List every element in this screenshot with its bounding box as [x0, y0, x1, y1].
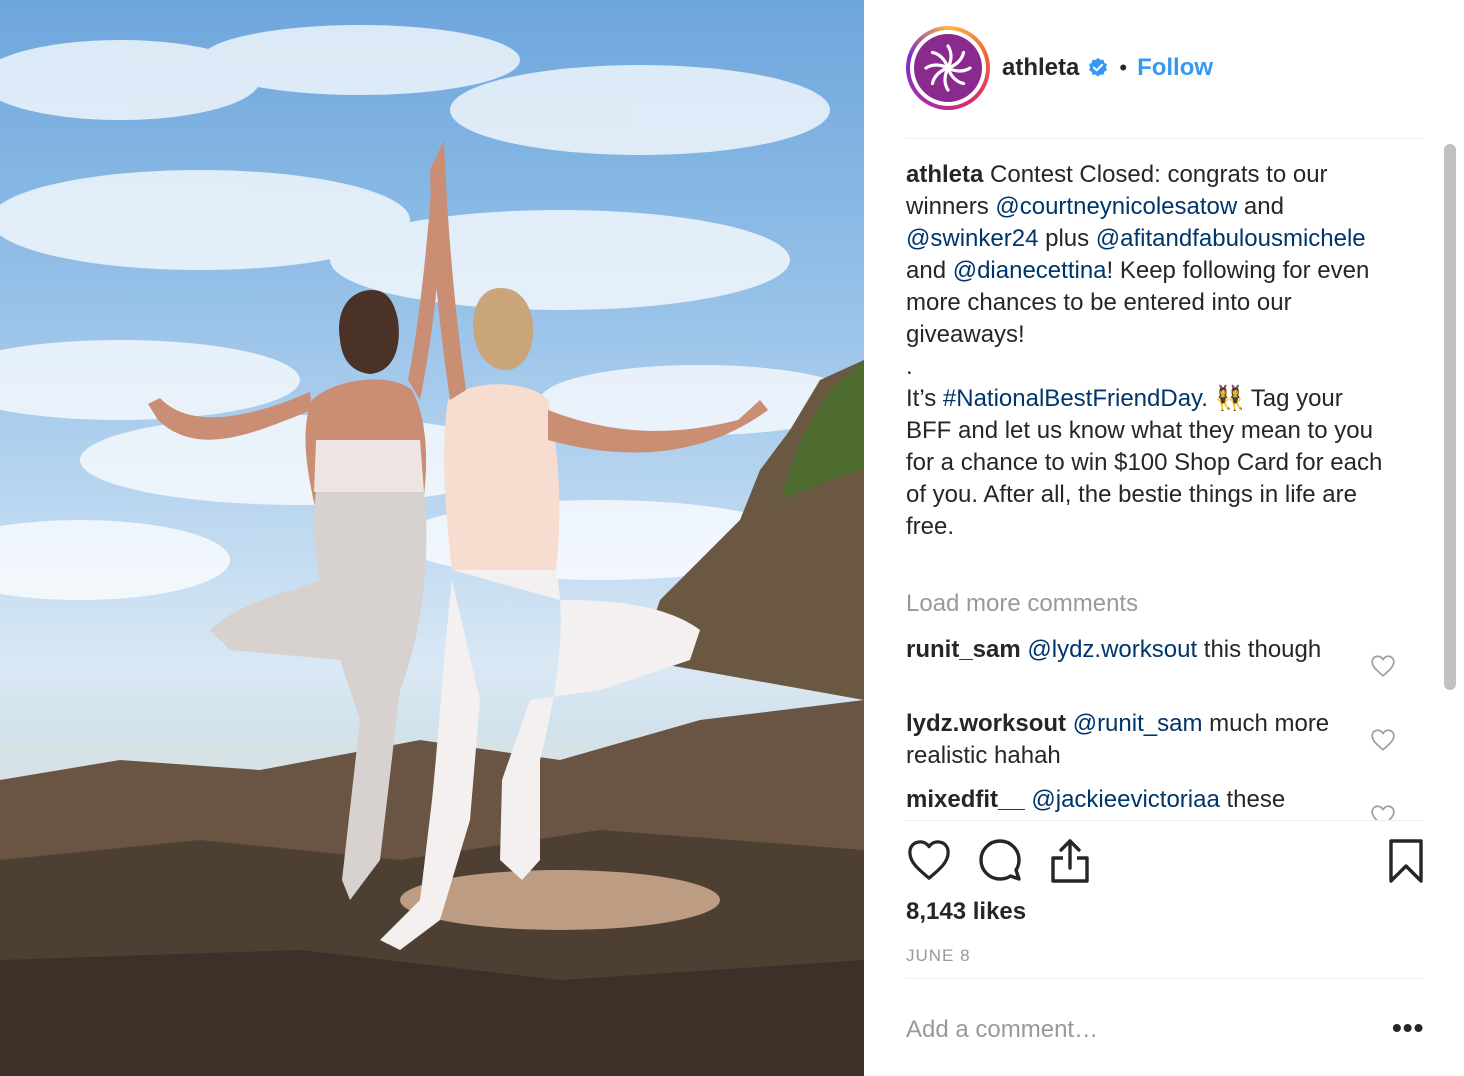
- athleta-logo-icon: [914, 34, 982, 102]
- load-more-comments-button[interactable]: Load more comments: [906, 590, 1138, 618]
- post-photo-illustration: [0, 25, 864, 1076]
- caption-text: and: [906, 257, 953, 284]
- comments-list[interactable]: athleta Contest Closed: congrats to our …: [906, 140, 1426, 820]
- post-username[interactable]: athleta: [1002, 54, 1079, 82]
- post-side-panel: athleta • Follow athleta Contest Closed:…: [864, 0, 1464, 1076]
- mention-link[interactable]: @lydz.worksout: [1027, 636, 1197, 663]
- comment-username[interactable]: runit_sam: [906, 636, 1021, 663]
- caption-text: and: [1237, 193, 1284, 220]
- likes-count[interactable]: 8,143 likes: [906, 898, 1026, 926]
- share-upload-icon[interactable]: [1050, 838, 1090, 884]
- mention-link[interactable]: @runit_sam: [1073, 710, 1203, 737]
- comment-item: mixedfit__ @jackieevictoriaa these: [906, 784, 1346, 816]
- mention-link[interactable]: @afitandfabulousmichele: [1096, 225, 1366, 252]
- post-image[interactable]: [0, 0, 864, 1076]
- comments-scrollbar[interactable]: [1442, 144, 1458, 820]
- add-comment-input[interactable]: [906, 1012, 1366, 1048]
- hashtag-link[interactable]: #NationalBestFriendDay: [943, 385, 1201, 412]
- comment-item: runit_sam @lydz.worksout this though: [906, 634, 1346, 666]
- caption-username[interactable]: athleta: [906, 161, 983, 188]
- post-actions-bar: [906, 838, 1426, 888]
- save-bookmark-icon[interactable]: [1388, 838, 1424, 884]
- comments-divider: [906, 820, 1424, 821]
- caption-text: .: [906, 353, 913, 380]
- comment-username[interactable]: mixedfit__: [906, 786, 1025, 813]
- post-date[interactable]: JUNE 8: [906, 946, 971, 966]
- mention-link[interactable]: @courtneynicolesatow: [995, 193, 1237, 220]
- comment-bubble-icon[interactable]: [978, 838, 1022, 882]
- header-divider: [906, 138, 1424, 139]
- post-header: athleta • Follow: [906, 26, 1426, 110]
- post-caption: athleta Contest Closed: congrats to our …: [906, 159, 1386, 543]
- scrollbar-thumb[interactable]: [1444, 144, 1456, 690]
- like-comment-heart-icon[interactable]: [1370, 728, 1396, 752]
- follow-button[interactable]: Follow: [1137, 54, 1213, 82]
- comment-username[interactable]: lydz.worksout: [906, 710, 1066, 737]
- caption-text: It’s: [906, 385, 943, 412]
- avatar[interactable]: [906, 26, 990, 110]
- like-comment-heart-icon[interactable]: [1370, 654, 1396, 678]
- like-comment-heart-icon[interactable]: [1370, 804, 1396, 820]
- more-options-button[interactable]: •••: [1392, 1014, 1424, 1042]
- verified-badge-icon: [1089, 57, 1108, 77]
- mention-link[interactable]: @jackieevictoriaa: [1031, 786, 1219, 813]
- footer-divider: [906, 978, 1424, 979]
- caption-text: plus: [1038, 225, 1096, 252]
- comment-text: this though: [1197, 636, 1322, 663]
- header-separator: •: [1119, 55, 1128, 80]
- like-heart-icon[interactable]: [906, 838, 952, 882]
- comment-item: lydz.worksout @runit_sam much more reali…: [906, 708, 1346, 772]
- mention-link[interactable]: @dianecettina: [953, 257, 1107, 284]
- mention-link[interactable]: @swinker24: [906, 225, 1038, 252]
- comment-text: these: [1219, 786, 1286, 813]
